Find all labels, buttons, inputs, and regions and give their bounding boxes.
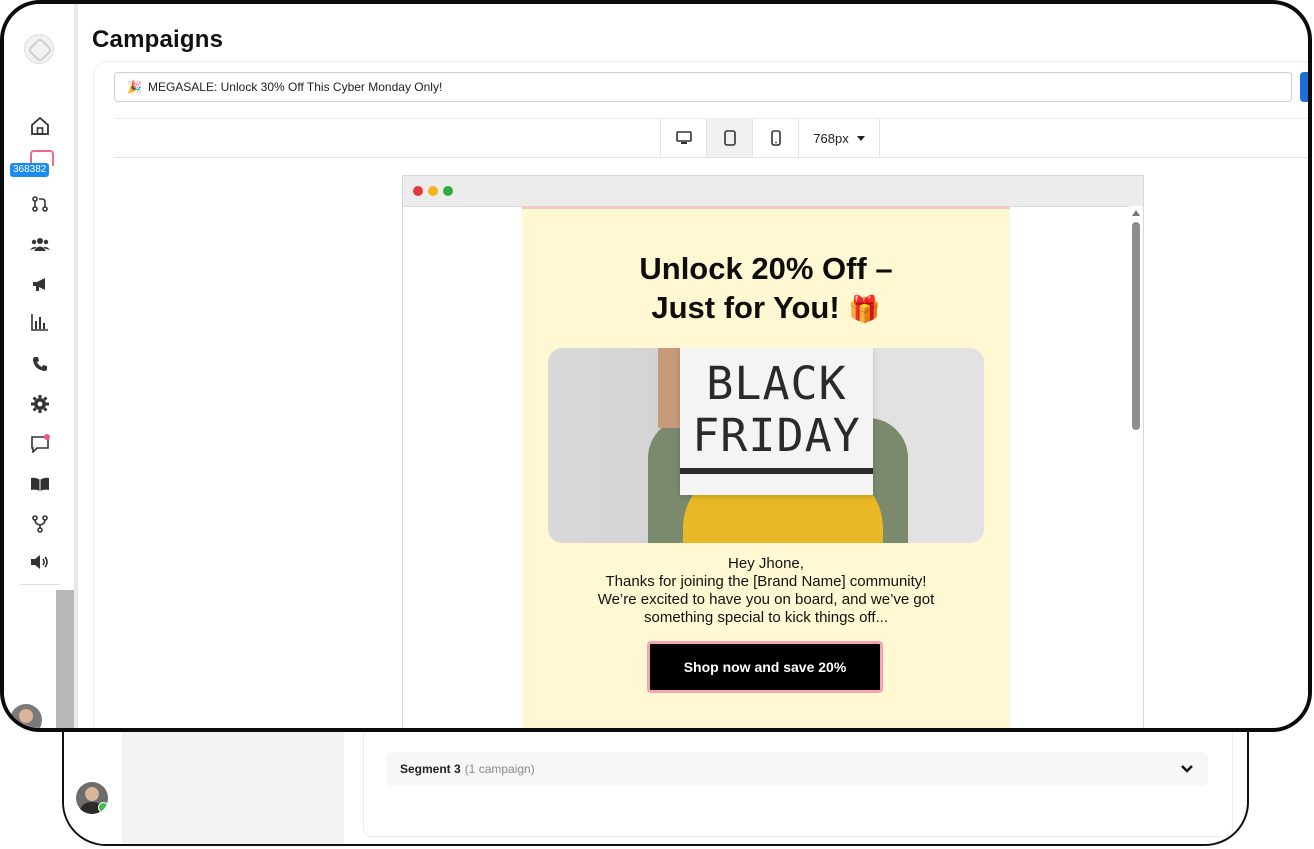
- tablet-icon: [723, 130, 736, 146]
- subject-line-value: MEGASALE: Unlock 30% Off This Cyber Mond…: [147, 80, 443, 94]
- preview-width-value: 768px: [813, 130, 849, 146]
- app-window: 368382 Campaigns 🎉 MEGASALE: Unlock 30% …: [0, 0, 1312, 732]
- gift-icon: 🎁: [848, 294, 881, 324]
- speaker-icon[interactable]: [28, 550, 52, 574]
- git-pull-request-icon[interactable]: [28, 192, 52, 216]
- avatar-face: [85, 787, 99, 801]
- desktop-icon: [675, 131, 692, 144]
- sidebar-separator: [20, 584, 60, 585]
- headline-line-1: Unlock 20% Off –: [639, 251, 893, 286]
- campaign-editor: 🎉 MEGASALE: Unlock 30% Off This Cyber Mo…: [94, 62, 1308, 728]
- desktop-preview-button[interactable]: [660, 119, 706, 157]
- sidebar-divider: [74, 4, 78, 728]
- hero-arm: [658, 348, 682, 428]
- email-body-text: Hey Jhone, Thanks for joining the [Brand…: [522, 555, 1010, 627]
- sidebar-user-avatar[interactable]: [10, 704, 42, 728]
- email-content: Unlock 20% Off – Just for You! 🎁 BLACK FR…: [522, 206, 1010, 728]
- store-id-badge: 368382: [10, 163, 50, 177]
- maximize-dot-icon: [443, 186, 453, 196]
- megaphone-icon[interactable]: [28, 272, 52, 296]
- party-popper-icon: 🎉: [127, 80, 142, 94]
- online-status-dot: [98, 802, 108, 813]
- sidebar-scroll-region: [56, 590, 74, 728]
- email-preview-window: Unlock 20% Off – Just for You! 🎁 BLACK FR…: [402, 175, 1144, 728]
- headline-line-2: Just for You! 🎁: [522, 288, 1010, 329]
- scroll-up-arrow-icon[interactable]: [1132, 210, 1140, 216]
- body-line: something special to kick things off...: [643, 609, 888, 626]
- body-line: Thanks for joining the [Brand Name] comm…: [605, 573, 927, 590]
- users-icon[interactable]: [28, 232, 52, 256]
- preview-width-dropdown[interactable]: 768px: [798, 119, 880, 157]
- black-friday-sign: BLACK FRIDAY: [680, 348, 873, 495]
- avatar-face: [19, 709, 33, 723]
- segment-name: Segment 3: [400, 762, 461, 776]
- caret-down-icon: [856, 135, 865, 141]
- scrollbar-thumb[interactable]: [1132, 222, 1140, 430]
- chevron-down-icon[interactable]: [1180, 761, 1194, 777]
- shop-now-button[interactable]: Shop now and save 20%: [647, 641, 883, 693]
- mobile-preview-button[interactable]: [752, 119, 798, 157]
- subject-line-input[interactable]: 🎉 MEGASALE: Unlock 30% Off This Cyber Mo…: [114, 72, 1292, 102]
- user-avatar[interactable]: [76, 782, 108, 814]
- mobile-icon: [770, 130, 781, 146]
- email-headline: Unlock 20% Off – Just for You! 🎁: [522, 249, 1010, 329]
- segment-campaign-count: (1 campaign): [464, 762, 535, 776]
- sign-text: BLACK FRIDAY: [692, 357, 861, 462]
- segment-row[interactable]: Segment 3 (1 campaign): [386, 752, 1208, 786]
- app-logo[interactable]: [24, 34, 54, 64]
- tablet-preview-button[interactable]: [706, 119, 752, 157]
- page-title: Campaigns: [92, 26, 224, 53]
- headline-line-2-text: Just for You!: [651, 290, 840, 325]
- hero-image: BLACK FRIDAY: [548, 348, 984, 543]
- chat-notification-dot: [44, 434, 50, 440]
- browser-title-bar: [403, 176, 1143, 207]
- gear-icon[interactable]: [28, 392, 52, 416]
- sign-stripe: [680, 468, 873, 474]
- flow-icon[interactable]: [28, 512, 52, 536]
- body-line: We’re excited to have you on board, and …: [597, 591, 935, 608]
- home-icon[interactable]: [28, 114, 52, 138]
- device-preview-toolbar: 768px: [114, 118, 1308, 158]
- phone-icon[interactable]: [28, 352, 52, 376]
- bar-chart-icon[interactable]: [28, 310, 52, 334]
- body-line: Hey Jhone,: [728, 555, 804, 572]
- primary-action-button[interactable]: [1300, 72, 1308, 102]
- minimize-dot-icon: [428, 186, 438, 196]
- book-icon[interactable]: [28, 472, 52, 496]
- sidebar: 368382: [4, 4, 78, 728]
- close-dot-icon: [413, 186, 423, 196]
- device-switcher: 768px: [660, 119, 880, 157]
